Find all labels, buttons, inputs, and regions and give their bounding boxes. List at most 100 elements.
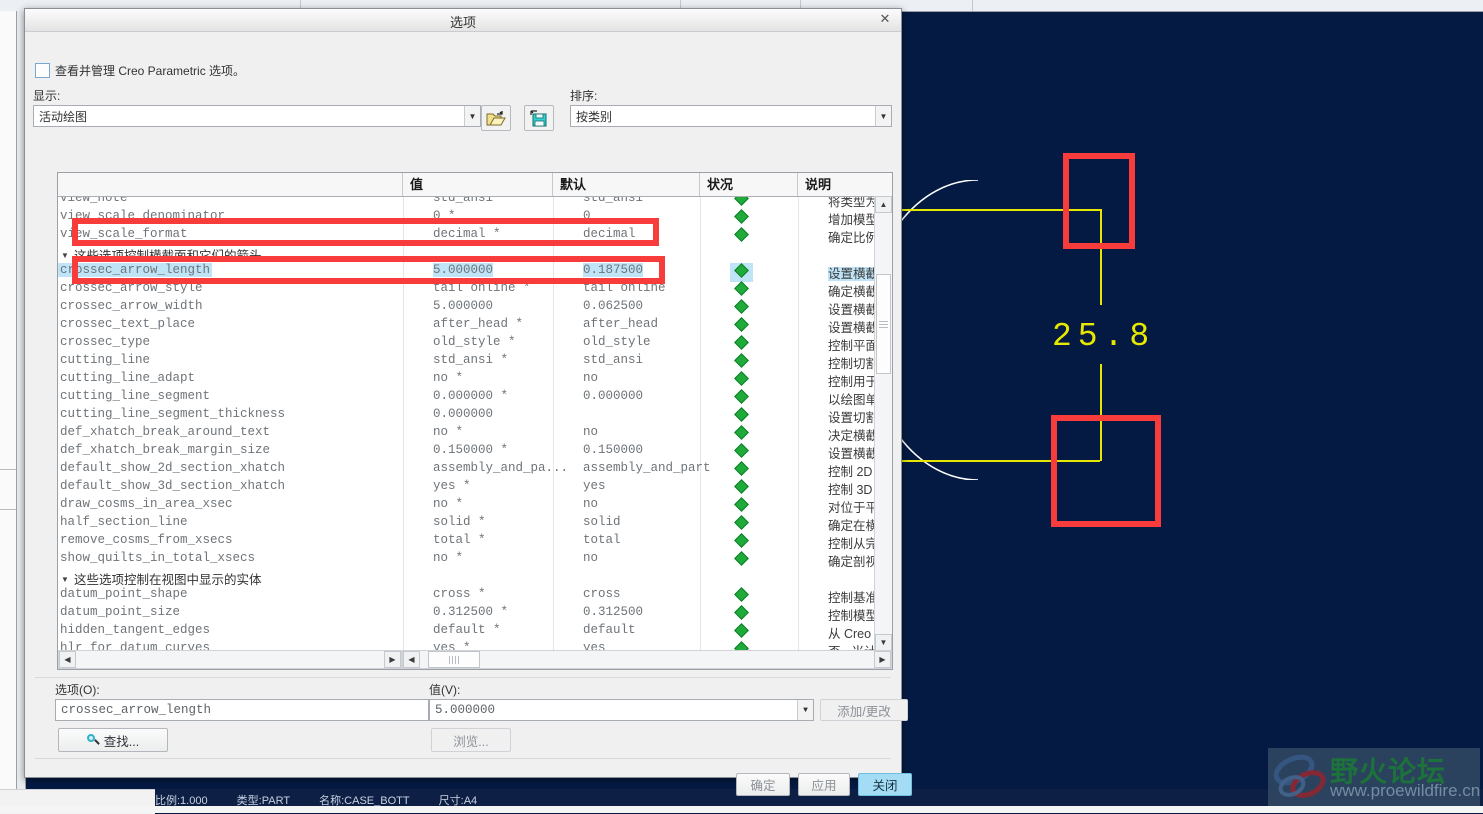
option-input[interactable]: crossec_arrow_length bbox=[55, 699, 429, 721]
option-name-label: def_xhatch_break_margin_size bbox=[60, 443, 271, 457]
status-ok-icon bbox=[734, 389, 749, 404]
option-name-label: cutting_line_segment bbox=[60, 389, 211, 403]
column-header-value[interactable]: 值 bbox=[403, 173, 553, 196]
cell-default: no bbox=[583, 371, 599, 385]
table-row[interactable]: cutting_line_adaptno *no控制用于表示横 bbox=[58, 371, 892, 389]
status-ok-icon bbox=[734, 407, 749, 422]
hscroll-track[interactable] bbox=[76, 651, 384, 668]
cell-value: std_ansi bbox=[433, 197, 494, 205]
cell-default: yes bbox=[583, 479, 606, 493]
chevron-down-icon[interactable]: ▼ bbox=[875, 106, 891, 126]
cell-option-name: default_show_3d_section_xhatch bbox=[58, 479, 428, 493]
table-group-row[interactable]: ▼ 这些选项控制在视图中显示的实体 bbox=[58, 569, 892, 587]
table-row[interactable]: cutting_line_segment_thickness 0.000000 设置… bbox=[58, 407, 892, 425]
options-dialog[interactable]: 选项 ✕ 查看并管理 Creo Parametric 选项。 显示: 活动绘图 … bbox=[24, 8, 912, 796]
apply-button[interactable]: 应用 bbox=[798, 773, 850, 796]
cell-status bbox=[730, 281, 825, 300]
scroll-right-icon[interactable]: ▶ bbox=[384, 651, 401, 668]
hscroll-track[interactable] bbox=[420, 651, 874, 668]
cell-value: 0.000000 bbox=[433, 407, 494, 421]
scroll-left-icon[interactable]: ◀ bbox=[59, 651, 76, 668]
option-name-label: crossec_type bbox=[60, 335, 151, 349]
option-name-label: cutting_line_segment_thickness bbox=[60, 407, 286, 421]
table-row[interactable]: datum_point_shapecross *cross控制基准点的显 bbox=[58, 587, 892, 605]
dialog-title: 选项 bbox=[449, 15, 476, 30]
browse-label: 浏览... bbox=[453, 734, 489, 749]
status-ok-icon bbox=[734, 317, 749, 332]
status-ok-icon bbox=[734, 479, 749, 494]
chevron-down-icon[interactable]: ▼ bbox=[464, 106, 480, 126]
dimension-value-text[interactable]: 25.8 bbox=[1052, 318, 1155, 355]
vertical-scroll-thumb[interactable] bbox=[876, 274, 891, 374]
ok-button[interactable]: 确定 bbox=[736, 773, 790, 796]
browse-button[interactable]: 浏览... bbox=[431, 728, 511, 752]
cell-default: 0.000000 bbox=[583, 389, 644, 403]
cell-status bbox=[730, 209, 825, 228]
column-header-description[interactable]: 说明 bbox=[798, 173, 892, 196]
cell-default: old_style bbox=[583, 335, 651, 349]
cell-default: assembly_and_part bbox=[583, 461, 711, 475]
column-header-default[interactable]: 默认 bbox=[553, 173, 700, 196]
find-label: 查找... bbox=[103, 734, 140, 749]
table-header-row: 值 默认 状况 说明 bbox=[58, 173, 892, 197]
table-row[interactable]: crossec_arrow_width5.0000000.062500设置横截面… bbox=[58, 299, 892, 317]
table-row[interactable]: half_section_linesolid *solid确定在横截面的 bbox=[58, 515, 892, 533]
table-row[interactable]: default_show_2d_section_xhatch assembly_a… bbox=[58, 461, 892, 479]
cell-default: no bbox=[583, 425, 599, 439]
chevron-down-icon[interactable]: ▼ bbox=[58, 575, 72, 584]
options-table[interactable]: 值 默认 状况 说明 view_note std_ansi std_ansi 将类型为… bbox=[57, 172, 893, 670]
horizontal-scroll-thumb[interactable] bbox=[428, 651, 480, 668]
cell-default: total bbox=[583, 533, 621, 547]
cell-option-name: show_quilts_in_total_xsecs bbox=[58, 551, 428, 565]
cell-option-name: datum_point_shape bbox=[58, 587, 428, 601]
value-input[interactable]: 5.000000 ▼ bbox=[429, 699, 814, 721]
cell-value: no * bbox=[433, 371, 464, 385]
annotation-box-row-arrow-width bbox=[72, 256, 665, 284]
data-columns-hscrollbar[interactable]: ◀ ▶ bbox=[402, 650, 892, 669]
table-row[interactable]: def_xhatch_break_margin_size 0.150000 * 0.… bbox=[58, 443, 892, 461]
save-button[interactable] bbox=[524, 105, 554, 131]
table-row[interactable]: cutting_line_segment 0.000000 * 0.000000 以绘… bbox=[58, 389, 892, 407]
table-vertical-scrollbar[interactable]: ▲ ▼ bbox=[874, 196, 892, 651]
scroll-left-icon[interactable]: ◀ bbox=[403, 651, 420, 668]
table-row[interactable]: show_quilts_in_total_xsecsno *no确定剖视图中, bbox=[58, 551, 892, 569]
scroll-right-icon[interactable]: ▶ bbox=[874, 651, 891, 668]
table-row[interactable]: crossec_text_place after_head * after_head… bbox=[58, 317, 892, 335]
table-row[interactable]: datum_point_size0.312500 *0.312500控制模型基准… bbox=[58, 605, 892, 623]
add-change-button[interactable]: 添加/更改 bbox=[820, 699, 908, 721]
column-header-name[interactable] bbox=[58, 173, 403, 196]
chevron-down-icon[interactable]: ▼ bbox=[58, 251, 72, 260]
table-row[interactable]: default_show_3d_section_xhatch yes * yes 控制… bbox=[58, 479, 892, 497]
cell-status bbox=[730, 461, 825, 480]
cell-option-name: default_show_2d_section_xhatch bbox=[58, 461, 428, 475]
option-name-label: remove_cosms_from_xsecs bbox=[60, 533, 233, 547]
table-row[interactable]: def_xhatch_break_around_textno *no决定横截面/… bbox=[58, 425, 892, 443]
table-row[interactable]: hidden_tangent_edges default * default 从 Cr… bbox=[58, 623, 892, 641]
table-row[interactable]: remove_cosms_from_xsecstotal *total控制从完整… bbox=[58, 533, 892, 551]
find-button[interactable]: 查找... bbox=[58, 728, 168, 752]
dialog-titlebar[interactable]: 选项 ✕ bbox=[25, 9, 901, 32]
name-column-hscrollbar[interactable]: ◀ ▶ bbox=[58, 650, 402, 669]
scroll-down-icon[interactable]: ▼ bbox=[875, 634, 892, 651]
annotation-box-row-arrow-length bbox=[72, 218, 659, 246]
dialog-hint-text: 查看并管理 Creo Parametric 选项。 bbox=[55, 64, 246, 78]
cell-value: no * bbox=[433, 497, 464, 511]
display-select[interactable]: 活动绘图 ▼ bbox=[33, 105, 481, 127]
chevron-down-icon[interactable]: ▼ bbox=[797, 700, 813, 720]
column-header-status[interactable]: 状况 bbox=[700, 173, 798, 196]
table-row[interactable]: crossec_typeold_style *old_style控制平面横截面 bbox=[58, 335, 892, 353]
cell-option-name: draw_cosms_in_area_xsec bbox=[58, 497, 428, 511]
table-row[interactable]: draw_cosms_in_area_xsecno *no对位于平面局部 bbox=[58, 497, 892, 515]
close-icon[interactable]: ✕ bbox=[877, 11, 893, 27]
cell-option-name: cutting_line_adapt bbox=[58, 371, 428, 385]
open-folder-button[interactable] bbox=[481, 105, 511, 131]
table-row[interactable]: view_note std_ansi std_ansi 将类型为 std bbox=[58, 197, 892, 209]
option-name-label: crossec_arrow_width bbox=[60, 299, 203, 313]
display-label: 显示: bbox=[33, 89, 61, 103]
table-row[interactable]: cutting_linestd_ansi *std_ansi控制切割线的显 bbox=[58, 353, 892, 371]
scroll-up-icon[interactable]: ▲ bbox=[875, 196, 892, 213]
cell-status bbox=[730, 623, 825, 642]
close-button[interactable]: 关闭 bbox=[858, 773, 912, 796]
sort-select[interactable]: 按类别 ▼ bbox=[570, 105, 892, 127]
cell-value: assembly_and_pa... bbox=[433, 461, 569, 475]
